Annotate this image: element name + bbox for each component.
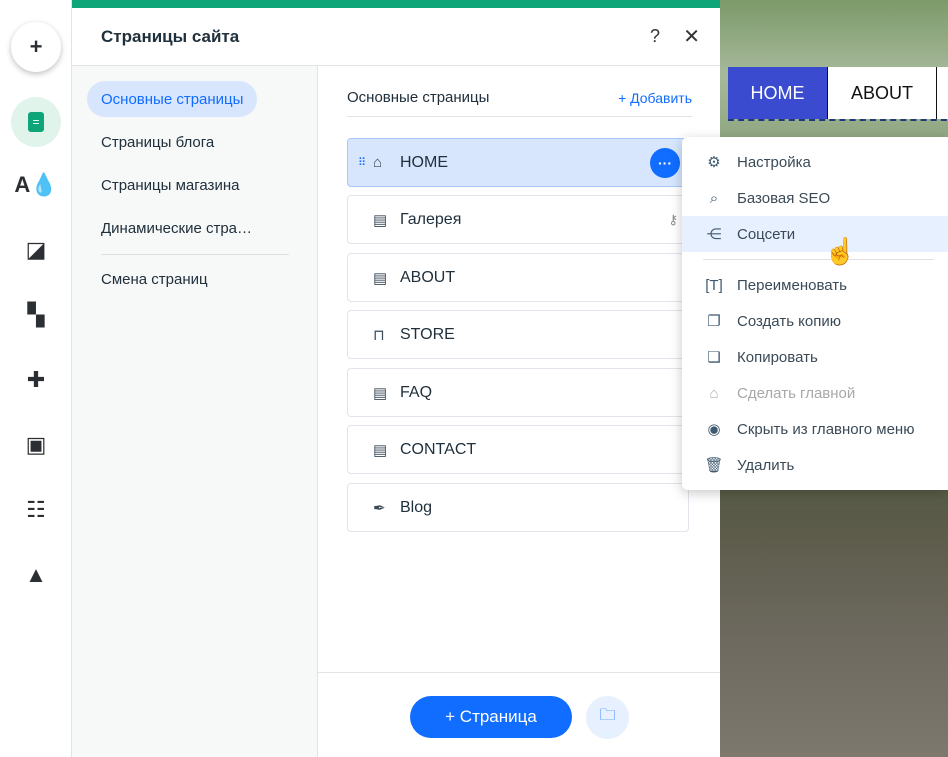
social-icon: ⋲ <box>706 226 722 243</box>
page-label: FAQ <box>400 383 433 401</box>
nav-blog-pages[interactable]: Страницы блога <box>87 124 228 160</box>
menu-hide[interactable]: ◉ Скрыть из главного меню <box>682 411 948 447</box>
page-context-menu: ⚙ Настройка ⌕ Базовая SEO ⋲ Соцсети [T] Пере… <box>682 137 948 490</box>
menu-seo[interactable]: ⌕ Базовая SEO <box>682 180 948 216</box>
nav-store-pages[interactable]: Страницы магазина <box>87 167 253 203</box>
gear-icon: ⚙ <box>707 154 721 171</box>
background-icon[interactable]: ◪ <box>11 225 61 275</box>
nav-page-transitions[interactable]: Смена страниц <box>87 261 222 297</box>
page-icon: ▤ <box>373 441 388 459</box>
home-icon: ⌂ <box>709 384 719 402</box>
add-link[interactable]: + Добавить <box>618 90 692 106</box>
menu-rename[interactable]: [T] Переименовать <box>682 267 948 303</box>
portfolio-icon[interactable]: ▲ <box>11 550 61 600</box>
page-row[interactable]: ▤ FAQ <box>347 368 689 417</box>
menu-duplicate[interactable]: ❐ Создать копию <box>682 303 948 339</box>
home-icon: ⌂ <box>373 154 383 171</box>
page-row[interactable]: ▤ Галерея ⚷ <box>347 195 689 244</box>
site-pages-panel: Страницы сайта ? ✕ Основные страницы Стр… <box>72 0 720 757</box>
trash-icon: 🗑 <box>704 457 724 474</box>
panel-title: Страницы сайта <box>101 26 240 46</box>
pages-icon[interactable]: = <box>11 97 61 147</box>
pen-icon: ✒ <box>373 499 386 517</box>
page-label: ABOUT <box>400 268 456 286</box>
rename-icon: [T] <box>705 276 723 294</box>
seo-icon: ⌕ <box>709 189 719 207</box>
menu-delete[interactable]: 🗑 Удалить <box>682 447 948 483</box>
page-row[interactable]: ✒ Blog <box>347 483 689 532</box>
duplicate-icon: ❐ <box>707 313 721 330</box>
add-page-button[interactable]: + Страница <box>410 696 572 738</box>
menu-set-home: ⌂ Сделать главной <box>682 375 948 411</box>
page-row[interactable]: ▤ ABOUT <box>347 253 689 302</box>
folder-plus-icon: 🗀 <box>599 707 616 724</box>
page-row-home[interactable]: ⠿ ⌂ HOME ··· <box>347 138 689 187</box>
more-actions-button[interactable]: ··· <box>650 147 680 178</box>
page-row[interactable]: ⊓ STORE <box>347 310 689 359</box>
site-menu-about[interactable]: ABOUT <box>827 67 937 119</box>
nav-dynamic-pages[interactable]: Динамические стра… <box>87 210 266 246</box>
divider <box>347 116 692 117</box>
drag-handle-icon[interactable]: ⠿ <box>358 156 366 169</box>
copy-icon: ❏ <box>707 349 721 366</box>
page-label: Галерея <box>400 210 462 228</box>
page-label: CONTACT <box>400 440 477 458</box>
menu-social[interactable]: ⋲ Соцсети <box>682 216 948 252</box>
page-row[interactable]: ▤ CONTACT <box>347 425 689 474</box>
section-heading: Основные страницы <box>347 89 490 106</box>
bag-icon: ⊓ <box>373 326 385 344</box>
pages-category-nav: Основные страницы Страницы блога Страниц… <box>72 66 318 757</box>
add-folder-button[interactable]: 🗀 <box>586 696 629 739</box>
menu-settings[interactable]: ⚙ Настройка <box>682 144 948 180</box>
menu-copy[interactable]: ❏ Копировать <box>682 339 948 375</box>
left-toolbar: + = A 💧 ◪ ▚ ✚ ▣ ☷ ▲ <box>0 0 72 757</box>
hide-icon: ◉ <box>707 421 721 438</box>
table-icon[interactable]: ☷ <box>11 485 61 535</box>
site-menu: HOME ABOUT <box>728 67 948 121</box>
page-icon: ▤ <box>373 384 388 402</box>
puzzle-icon[interactable]: ✚ <box>11 355 61 405</box>
key-icon: ⚷ <box>668 211 678 227</box>
nav-main-pages[interactable]: Основные страницы <box>87 81 258 117</box>
site-menu-home[interactable]: HOME <box>728 67 827 119</box>
page-label: Blog <box>400 498 433 516</box>
page-label: STORE <box>400 325 455 343</box>
page-icon: ▤ <box>373 269 388 287</box>
page-icon: ▤ <box>373 211 388 229</box>
plus-icon[interactable]: + <box>11 22 61 72</box>
apps-icon[interactable]: ▚ <box>11 290 61 340</box>
close-button[interactable]: ✕ <box>683 24 700 49</box>
divider <box>703 259 934 260</box>
brand-bar <box>72 0 720 8</box>
divider <box>101 254 289 255</box>
page-label: HOME <box>400 153 448 171</box>
media-icon[interactable]: ▣ <box>11 420 61 470</box>
help-button[interactable]: ? <box>650 26 660 47</box>
hand-cursor-icon: ☝ <box>824 236 857 266</box>
theme-icon[interactable]: A 💧 <box>11 160 61 210</box>
